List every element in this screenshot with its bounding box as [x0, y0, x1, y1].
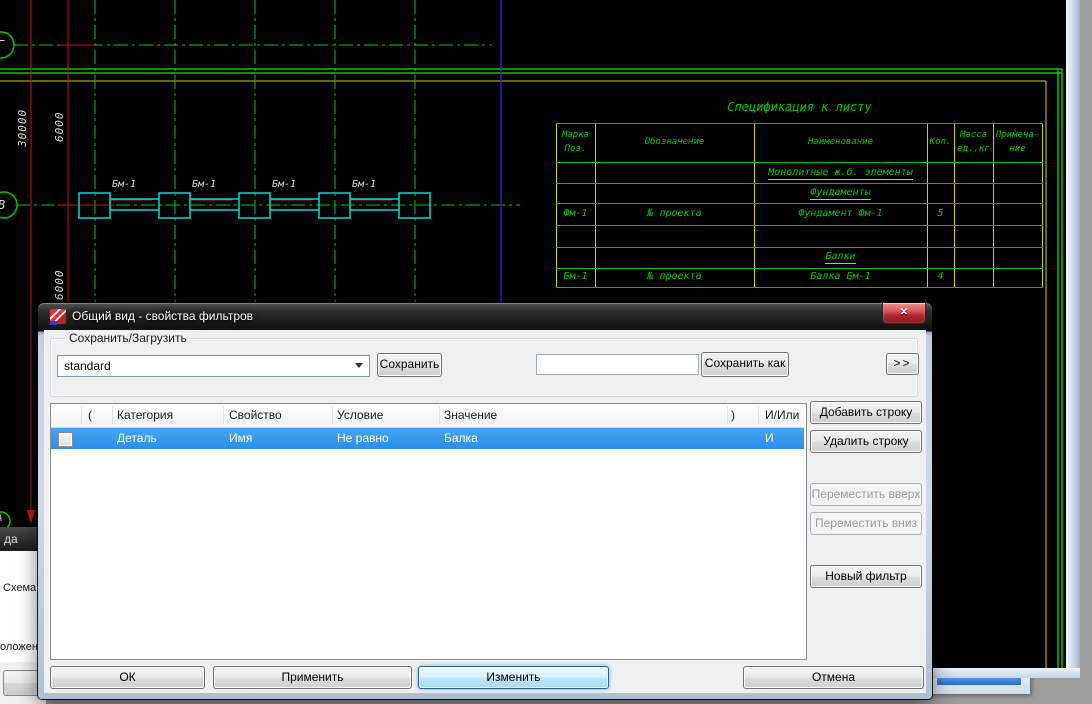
spec-row-qty: 4 [927, 271, 954, 282]
apply-button[interactable]: Применить [213, 666, 412, 689]
combobox-value: standard [64, 359, 111, 373]
dialog-client-area: Сохранить/Загрузить standard Сохранить С… [44, 330, 926, 693]
new-filter-button[interactable]: Новый фильтр [810, 565, 922, 588]
move-down-button[interactable]: Переместить вниз [810, 512, 922, 535]
dialog-title: Общий вид - свойства фильтров [72, 309, 253, 323]
axis-label-a: А [0, 514, 2, 524]
row-condition: Не равно [337, 431, 389, 445]
filter-rows-list[interactable]: ( Категория Свойство Условие Значение ) … [50, 403, 807, 660]
save-load-group-label: Сохранить/Загрузить [65, 331, 191, 345]
row-category: Деталь [117, 431, 157, 445]
column-header-category[interactable]: Категория [117, 408, 173, 422]
move-up-button[interactable]: Переместить вверх [810, 483, 922, 506]
chevron-down-icon [355, 363, 363, 368]
spec-group-foundations: Фундаменты [810, 187, 870, 200]
spec-header-marka: Марка [556, 130, 595, 140]
spec-group-beams: Балки [825, 251, 855, 264]
spec-row-pos: Бм-1 [556, 271, 595, 282]
column-header-open-paren[interactable]: ( [88, 408, 92, 422]
dialog-titlebar[interactable]: Общий вид - свойства фильтров ✕ [38, 303, 932, 330]
edit-button[interactable]: Изменить [418, 666, 609, 689]
filter-row-selected[interactable]: Деталь Имя Не равно Балка И [51, 428, 804, 449]
column-header-property[interactable]: Свойство [229, 408, 282, 422]
apply-label: Применить [281, 670, 343, 684]
dimension-arrow [27, 510, 35, 524]
list-header: ( Категория Свойство Условие Значение ) … [51, 404, 804, 428]
move-up-label: Переместить вверх [812, 487, 921, 501]
spec-row-qty: 5 [927, 208, 954, 219]
save-as-button-label: Сохранить как [705, 356, 785, 370]
add-row-button[interactable]: Добавить строку [810, 401, 922, 424]
spec-row-doc: № проекта [595, 208, 754, 219]
spec-row-pos: Фм-1 [556, 208, 595, 219]
grid-axes [14, 0, 520, 320]
filter-properties-dialog: Общий вид - свойства фильтров ✕ Сохранит… [38, 303, 932, 699]
delete-row-label: Удалить строку [823, 434, 908, 448]
app-window-right-frame [1066, 0, 1080, 678]
beam-label: Бм-1 [112, 179, 136, 190]
axis-bubbles [0, 32, 17, 530]
spec-header-primecha: Примеча- [993, 130, 1042, 140]
spec-table-title: Спецификация к листу [556, 100, 1043, 114]
screen: { "canvas": { "axis_labels": ["Г", "В", … [0, 0, 1092, 704]
beam-label: Бм-1 [192, 179, 216, 190]
spec-row-doc: № проекта [595, 271, 754, 282]
cancel-label: Отмена [812, 670, 855, 684]
dim-6000-top: 6000 [53, 112, 66, 143]
ok-label: ОК [119, 670, 135, 684]
row-andor: И [765, 431, 774, 445]
spec-header-massa: Масса [954, 130, 993, 140]
delete-row-button[interactable]: Удалить строку [810, 430, 922, 453]
row-value: Балка [444, 431, 478, 445]
beam-label: Бм-1 [352, 179, 376, 190]
column-header-close-paren[interactable]: ) [731, 408, 735, 422]
spec-header-kol: Кол. [927, 137, 954, 147]
axis-label-v: В [0, 198, 5, 212]
app-icon [50, 309, 66, 324]
background-window-blue-bar [937, 678, 1021, 685]
dim-30000: 30000 [16, 109, 29, 147]
spec-header-edkg: ед.,кг [954, 144, 993, 154]
spec-table: Марка Поз. Обозначение Наименование Кол.… [556, 123, 1043, 288]
edit-label: Изменить [486, 670, 540, 684]
spec-header-naimenovanie: Наименование [754, 137, 927, 147]
expand-button[interactable]: >> [886, 353, 919, 375]
cancel-button[interactable]: Отмена [743, 666, 924, 689]
column-header-andor[interactable]: И/Или [765, 408, 799, 422]
move-down-label: Переместить вниз [815, 516, 917, 530]
save-button[interactable]: Сохранить [377, 353, 442, 377]
spec-row-name: Фундамент Фм-1 [754, 208, 927, 219]
axis-label-g: Г [0, 38, 4, 52]
dim-6000-bottom: 6000 [53, 270, 66, 301]
save-as-button[interactable]: Сохранить как [701, 352, 789, 377]
filter-preset-combobox[interactable]: standard [57, 355, 370, 377]
close-icon: ✕ [900, 307, 908, 318]
spec-header-nie: ние [993, 144, 1042, 154]
new-filter-label: Новый фильтр [825, 569, 906, 583]
row-property: Имя [229, 431, 252, 445]
add-row-label: Добавить строку [820, 405, 913, 419]
save-button-label: Сохранить [380, 357, 440, 371]
close-button[interactable]: ✕ [882, 303, 926, 324]
expand-button-label: >> [893, 356, 911, 370]
column-header-condition[interactable]: Условие [337, 408, 383, 422]
save-as-input[interactable] [536, 354, 699, 375]
spec-header-oboznachenie: Обозначение [595, 137, 754, 147]
ok-button[interactable]: ОК [50, 666, 205, 689]
column-header-value[interactable]: Значение [444, 408, 497, 422]
spec-header-poz: Поз. [556, 144, 595, 154]
row-checkbox[interactable] [58, 432, 73, 447]
background-panel-title: да [4, 532, 18, 546]
spec-group-monolith: Монолитные ж.б. элементы [768, 167, 913, 180]
spec-row-name: Балка Бм-1 [754, 271, 927, 282]
beam-label: Бм-1 [272, 179, 296, 190]
